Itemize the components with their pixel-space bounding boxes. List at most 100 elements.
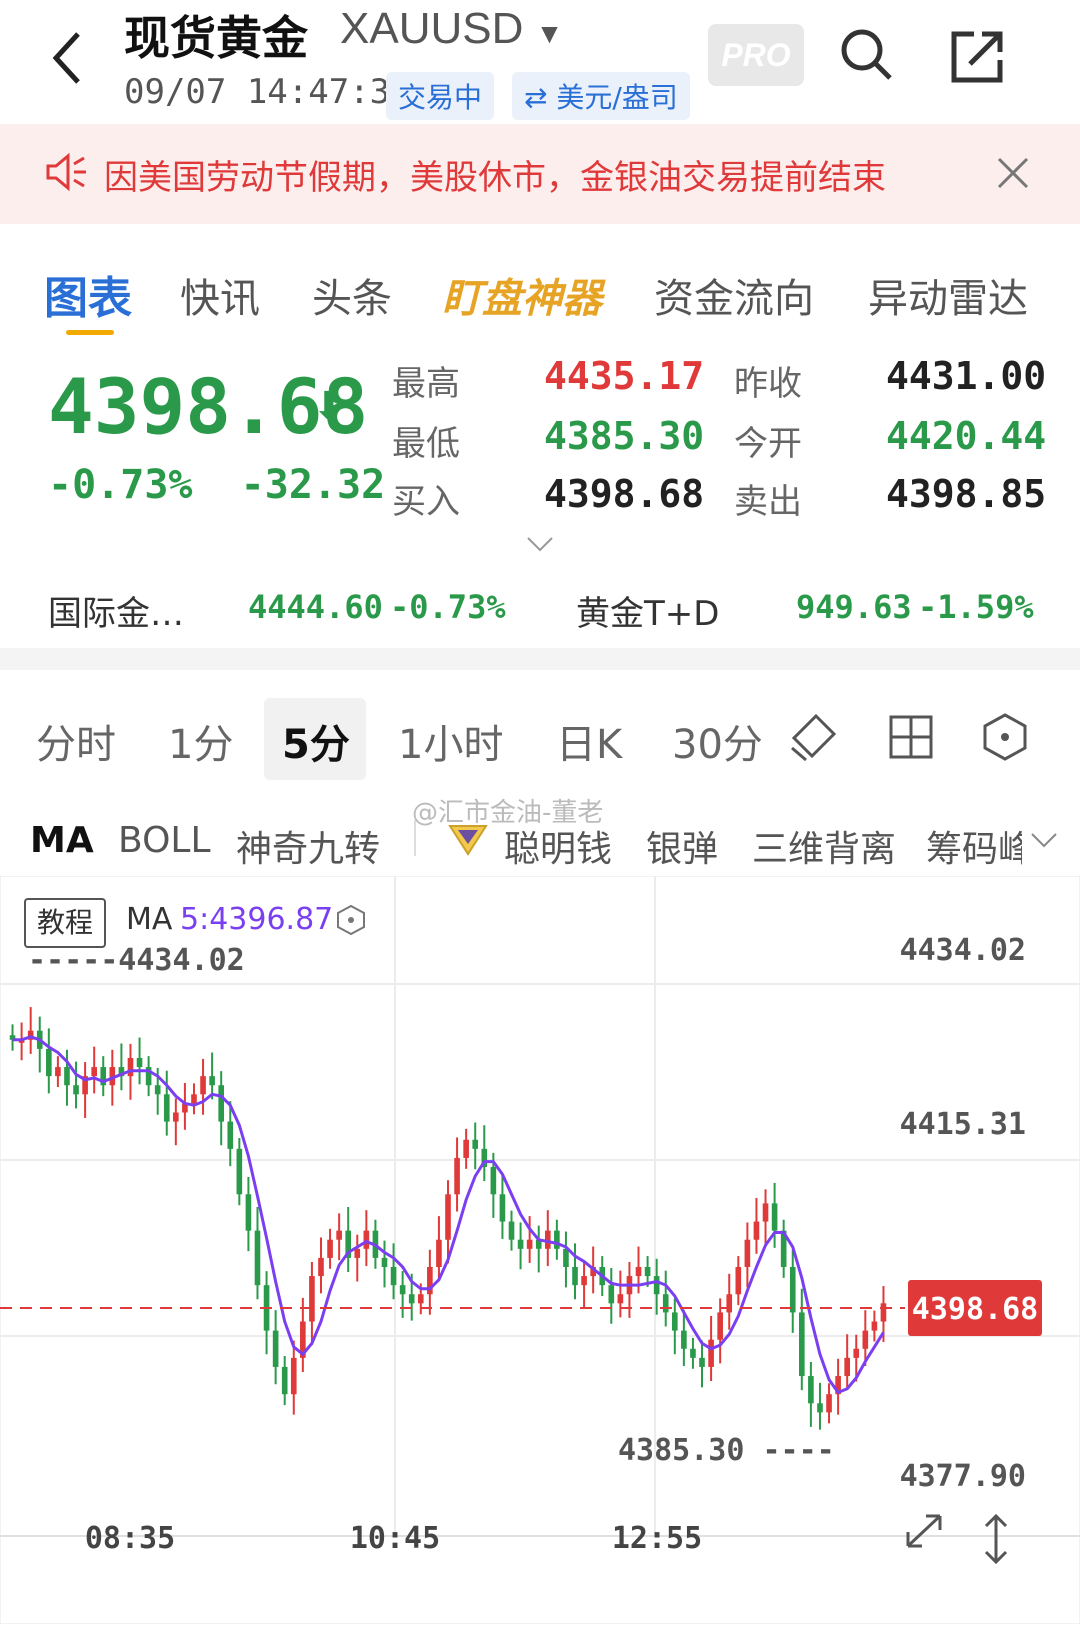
candle-body: [880, 1303, 887, 1322]
y-tick-label: 4434.02: [900, 933, 1026, 968]
tab-flash-news[interactable]: 快讯: [180, 266, 260, 324]
trading-status-badge: 交易中: [386, 72, 495, 120]
quote-timestamp: 09/07 14:47:38: [124, 72, 411, 112]
related-pct-2: -1.59%: [918, 588, 1034, 626]
low-label: 最低: [392, 424, 460, 464]
candle-body: [191, 1094, 197, 1104]
candle-body: [844, 1357, 850, 1377]
period-tick[interactable]: 分时: [36, 712, 116, 770]
indicator-silver-bullet[interactable]: 银弹: [646, 820, 718, 872]
candle-body: [463, 1139, 469, 1158]
related-price-1: 4444.60: [248, 588, 383, 626]
tab-anomaly-radar[interactable]: 异动雷达: [868, 266, 1028, 324]
chevron-down-icon[interactable]: [1030, 832, 1058, 854]
candle-body: [336, 1230, 342, 1240]
candle-body: [281, 1366, 288, 1395]
period-daily[interactable]: 日K: [556, 712, 622, 770]
candle-body: [363, 1230, 370, 1249]
candle-body: [653, 1276, 660, 1295]
tab-market-monitor[interactable]: 盯盘神器: [442, 266, 602, 324]
tab-fund-flow[interactable]: 资金流向: [654, 266, 814, 324]
candlestick-chart[interactable]: 4434.02 4415.31 4377.90 08:35 10:45 12:55 ----…: [0, 875, 1080, 1625]
candle-body: [408, 1294, 415, 1304]
chart-frame: [0, 875, 1080, 1625]
candle-body: [472, 1139, 479, 1149]
candle-body: [227, 1121, 234, 1149]
indicator-boll[interactable]: BOLL: [118, 820, 211, 861]
pro-button[interactable]: PRO: [708, 24, 804, 86]
candle-body: [871, 1321, 878, 1331]
candle-body: [445, 1194, 451, 1240]
period-1m[interactable]: 1分: [168, 712, 233, 770]
indicator-divergence[interactable]: 三维背离: [752, 820, 896, 872]
unit-toggle[interactable]: ⇄ 美元/盎司: [512, 72, 690, 120]
settings-hexagon-icon[interactable]: [982, 712, 1028, 766]
candle-body: [699, 1357, 705, 1367]
candle-body: [690, 1348, 696, 1358]
candle-body: [354, 1248, 361, 1258]
y-tick-label: 4377.90: [900, 1459, 1026, 1494]
period-1h[interactable]: 1小时: [398, 712, 503, 770]
indicator-nine-turn[interactable]: 神奇九转: [236, 820, 380, 872]
high-label: 最高: [392, 364, 460, 404]
indicator-chip-peak[interactable]: 筹码峰: [926, 820, 1022, 872]
search-icon[interactable]: [838, 26, 894, 86]
candle-body: [853, 1348, 860, 1358]
chart-area[interactable]: 4434.02 4415.31 4377.90 08:35 10:45 12:55 ----…: [0, 875, 1080, 1625]
candle-body: [826, 1394, 832, 1413]
expand-chevron-icon[interactable]: [526, 536, 554, 558]
draw-tool-icon[interactable]: [788, 712, 838, 766]
ma-settings-icon[interactable]: [336, 904, 366, 940]
candle-body: [318, 1257, 324, 1277]
candle-body: [681, 1330, 687, 1349]
back-button[interactable]: [44, 28, 94, 88]
candle-body: [236, 1148, 243, 1195]
symbol-selector[interactable]: XAUUSD ▼: [340, 4, 563, 54]
candle-body: [46, 1048, 52, 1077]
tutorial-button[interactable]: 教程: [24, 898, 106, 948]
candle-body: [91, 1067, 97, 1077]
candle-body: [608, 1285, 615, 1304]
high-price-marker: -----4434.02: [28, 943, 245, 978]
period-30m[interactable]: 30分: [672, 712, 763, 770]
candle-body: [163, 1094, 170, 1122]
candle-body: [708, 1339, 714, 1367]
candle-body: [735, 1266, 742, 1295]
share-icon[interactable]: [950, 28, 1006, 88]
period-5m[interactable]: 5分: [282, 712, 350, 770]
bid-label: 买入: [392, 482, 460, 522]
x-tick-label: 10:45: [350, 1521, 440, 1556]
close-icon[interactable]: [996, 156, 1030, 194]
candle-body: [726, 1294, 733, 1313]
candle-body: [762, 1203, 769, 1222]
candle-body: [245, 1194, 252, 1231]
related-name-1[interactable]: 国际金…: [48, 586, 184, 635]
related-name-2[interactable]: 黄金T+D: [576, 586, 719, 635]
open-value: 4420.44: [886, 414, 1047, 458]
prev-close-label: 昨收: [734, 364, 802, 404]
candle-body: [817, 1403, 823, 1413]
y-tick-label: 4415.31: [900, 1107, 1026, 1142]
tab-chart[interactable]: 图表: [44, 262, 132, 326]
indicator-ma[interactable]: MA: [30, 820, 94, 861]
candle-body: [517, 1239, 524, 1249]
candle-body: [581, 1276, 587, 1286]
open-label: 今开: [734, 424, 802, 464]
candle-body: [55, 1067, 61, 1077]
symbol-code: XAUUSD: [340, 4, 524, 53]
change-percent: -0.73%: [48, 462, 193, 508]
candle-body: [662, 1294, 669, 1313]
candle-body: [209, 1076, 215, 1086]
candle-body: [390, 1266, 397, 1286]
down-arrow-icon: ⬇: [312, 384, 346, 430]
candle-body: [399, 1285, 406, 1295]
tab-headlines[interactable]: 头条: [312, 266, 392, 324]
layout-grid-icon[interactable]: [888, 714, 934, 764]
last-price-label: 4398.68: [912, 1292, 1038, 1327]
candle-body: [635, 1266, 642, 1277]
candle-body: [744, 1239, 751, 1267]
candle-body: [154, 1085, 161, 1095]
chevron-down-icon: ▼: [535, 18, 564, 49]
candle-body: [73, 1085, 79, 1095]
candle-body: [617, 1294, 624, 1304]
